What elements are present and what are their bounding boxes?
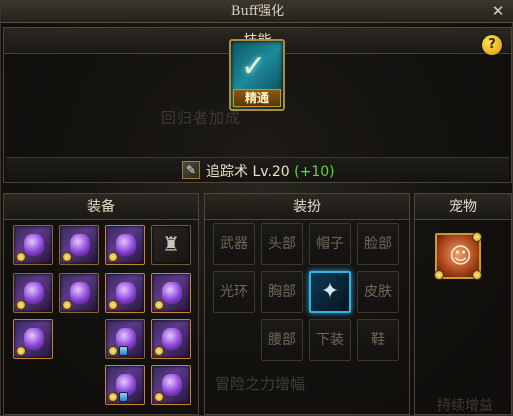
lock-icon: [108, 252, 118, 262]
pet-panel: 宠物: [414, 193, 512, 415]
equip-slot-shoulder[interactable]: [105, 225, 145, 265]
equipment-panel-header: 装备: [4, 194, 198, 220]
lock-icon: [62, 252, 72, 262]
skill-check-icon: ✓: [241, 49, 267, 84]
equip-slot-support[interactable]: [151, 319, 191, 359]
help-icon[interactable]: ?: [482, 35, 502, 55]
lock-icon: [119, 392, 128, 402]
equip-item-icon: [70, 282, 90, 304]
skill-watermark: 回归者加成: [161, 109, 242, 127]
lock-icon: [472, 270, 482, 280]
outfit-slot-waist[interactable]: 腰部: [261, 319, 303, 361]
lock-icon: [434, 270, 444, 280]
lock-icon: [154, 300, 164, 310]
equip-item-icon: [116, 282, 136, 304]
outfit-watermark: 冒险之力增幅: [215, 375, 306, 393]
lock-icon: [119, 346, 128, 356]
lock-icon: [108, 392, 118, 402]
lock-icon: [108, 300, 118, 310]
pet-watermark: 持续增益: [437, 398, 493, 414]
lock-icon: [154, 346, 164, 356]
pet-icon: ☺: [449, 244, 472, 269]
equip-slot-pants[interactable]: [13, 273, 53, 313]
lock-icon: [16, 252, 26, 262]
outfit-item-icon: ✦: [320, 279, 340, 304]
equip-slot-necklace[interactable]: [13, 319, 53, 359]
outfit-slot-hat[interactable]: 帽子: [309, 223, 351, 265]
outfit-slot-face[interactable]: 脸部: [357, 223, 399, 265]
equip-slot-belt[interactable]: [59, 273, 99, 313]
outfit-panel-header: 装扮: [205, 194, 409, 220]
outfit-slot-pants[interactable]: 下装: [309, 319, 351, 361]
pet-panel-header: 宠物: [415, 194, 511, 220]
equip-slot-jacket[interactable]: ♜: [151, 225, 191, 265]
outfit-slot-chest[interactable]: 胸部: [261, 271, 303, 313]
outfit-slot-skin[interactable]: 皮肤: [357, 271, 399, 313]
equip-slot-shoes[interactable]: [105, 273, 145, 313]
skill-level-bonus: (+10): [294, 164, 335, 180]
buff-enhance-window: Buff强化 ✕ 技能 ✎ 追踪术 Lv.20 (+10) ? ✓ 精通 回归者…: [0, 0, 513, 416]
equip-slot-magic-stone[interactable]: [105, 365, 145, 405]
equip-item-icon: [70, 234, 90, 256]
equip-slot-earring[interactable]: [151, 365, 191, 405]
equip-item-icon: [162, 282, 182, 304]
skill-info-row: ✎ 追踪术 Lv.20 (+10): [6, 157, 509, 181]
equip-slot-title[interactable]: [59, 225, 99, 265]
outfit-slot-shoes[interactable]: 鞋: [357, 319, 399, 361]
empty-slot-icon: ♜: [162, 232, 180, 256]
equip-item-icon: [162, 374, 182, 396]
lock-icon: [108, 346, 118, 356]
lock-icon: [62, 300, 72, 310]
outfit-slot-aura[interactable]: 光环: [213, 271, 255, 313]
equip-item-icon: [24, 328, 44, 350]
lock-icon: [16, 346, 26, 356]
skill-mini-icon: ✎: [182, 161, 200, 179]
pet-slot[interactable]: ☺: [434, 232, 482, 280]
lock-icon: [154, 392, 164, 402]
window-title: Buff强化: [1, 1, 513, 23]
lock-icon: [16, 300, 26, 310]
outfit-slot-head[interactable]: 头部: [261, 223, 303, 265]
skill-mastery-badge: 精通: [233, 89, 281, 107]
equip-item-icon: [162, 328, 182, 350]
equip-slot-bracelet[interactable]: [151, 273, 191, 313]
skill-level: Lv.20: [252, 164, 290, 180]
equip-slot-weapon[interactable]: [13, 225, 53, 265]
skill-slot[interactable]: ✓ 精通: [229, 39, 285, 111]
skill-name: 追踪术: [206, 164, 248, 180]
outfit-slot-weapon[interactable]: 武器: [213, 223, 255, 265]
equip-slot-ring[interactable]: [105, 319, 145, 359]
close-icon[interactable]: ✕: [490, 3, 506, 19]
lock-icon: [472, 232, 482, 242]
equip-item-icon: [24, 282, 44, 304]
window-title-text: Buff强化: [230, 4, 285, 19]
equip-item-icon: [24, 234, 44, 256]
skill-name-line: 追踪术 Lv.20 (+10): [206, 161, 335, 181]
outfit-slot-equipped[interactable]: ✦: [309, 271, 351, 313]
equip-item-icon: [116, 234, 136, 256]
